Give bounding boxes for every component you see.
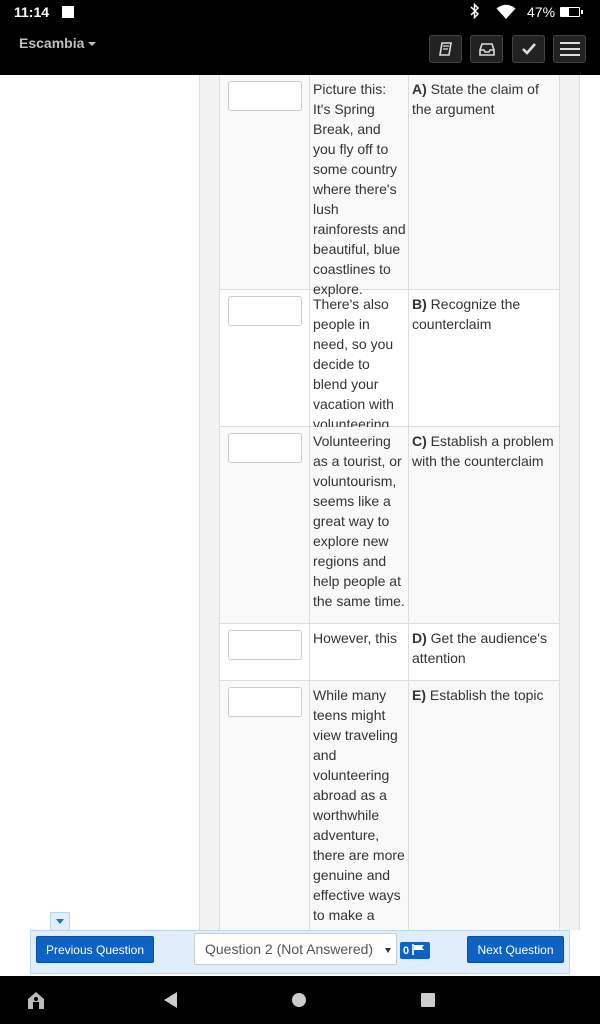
inbox-icon: [478, 42, 495, 56]
status-time: 11:14: [14, 4, 50, 20]
home-icon[interactable]: [291, 992, 307, 1013]
accessibility-icon[interactable]: [26, 990, 46, 1015]
check-button[interactable]: [512, 35, 545, 63]
table-row: Volunteering as a tourist, or voluntouri…: [220, 427, 559, 624]
answer-input[interactable]: [228, 296, 302, 326]
flag-count-badge[interactable]: 0: [400, 942, 430, 959]
brand-dropdown[interactable]: Escambia: [19, 35, 97, 51]
notification-square-icon: [62, 6, 74, 18]
bluetooth-icon: [470, 2, 480, 23]
book-button[interactable]: [429, 35, 462, 63]
recents-icon[interactable]: [421, 993, 435, 1012]
previous-question-button[interactable]: Previous Question: [36, 936, 154, 963]
left-pane: [0, 75, 200, 930]
menu-button[interactable]: [553, 35, 586, 63]
select-arrow-icon: [385, 948, 391, 953]
content-gutter-right: [559, 75, 579, 930]
app-header: Escambia: [0, 24, 600, 75]
prompt-text: However, this: [310, 624, 409, 680]
choice-text: D) Get the audience's attention: [412, 630, 547, 666]
prompt-text: Picture this: It's Spring Break, and you…: [310, 75, 409, 297]
table-row: However, this D) Get the audience's atte…: [220, 624, 559, 681]
table-row: Picture this: It's Spring Break, and you…: [220, 75, 559, 297]
choice-text: E) Establish the topic: [412, 687, 544, 703]
status-bar: 11:14 47%: [0, 0, 600, 24]
wifi-icon: [496, 4, 516, 20]
answer-input[interactable]: [228, 687, 302, 717]
caret-down-icon: [88, 42, 97, 47]
question-select[interactable]: Question 2 (Not Answered): [194, 933, 397, 965]
battery-percent: 47%: [527, 4, 556, 20]
matching-table: Picture this: It's Spring Break, and you…: [220, 75, 559, 930]
answer-input[interactable]: [228, 433, 302, 463]
flag-icon: [409, 943, 425, 958]
choice-text: C) Establish a problem with the counterc…: [412, 433, 554, 469]
question-nav-bar: Previous Question Question 2 (Not Answer…: [30, 930, 570, 974]
book-icon: [438, 42, 453, 56]
next-question-button[interactable]: Next Question: [467, 936, 564, 963]
choice-text: A) State the claim of the argument: [412, 81, 539, 117]
back-icon[interactable]: [164, 992, 178, 1013]
collapse-toggle-icon[interactable]: [50, 912, 70, 930]
table-row: There's also people in need, so you deci…: [220, 290, 559, 432]
prompt-text: There's also people in need, so you deci…: [310, 290, 409, 432]
table-row: While many teens might view traveling an…: [220, 681, 559, 930]
question-select-value: Question 2 (Not Answered): [205, 941, 374, 957]
inbox-button[interactable]: [470, 35, 503, 63]
answer-input[interactable]: [228, 630, 302, 660]
right-edge: [579, 75, 600, 930]
system-nav-bar: [0, 976, 600, 1024]
brand-label: Escambia: [19, 35, 85, 51]
answer-input[interactable]: [228, 81, 302, 111]
content-gutter-left: [200, 75, 220, 930]
check-icon: [521, 43, 536, 55]
choice-text: B) Recognize the counterclaim: [412, 296, 521, 332]
prompt-text: Volunteering as a tourist, or voluntouri…: [310, 427, 409, 623]
battery-charging-icon: [560, 7, 583, 17]
prompt-text: While many teens might view traveling an…: [310, 681, 409, 930]
menu-icon: [559, 41, 580, 57]
